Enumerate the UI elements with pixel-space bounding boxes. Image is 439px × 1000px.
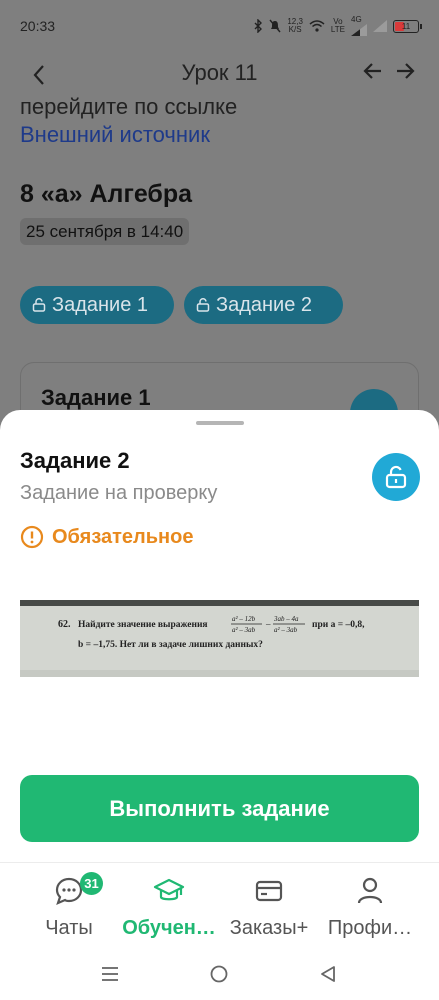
- lesson-title: 8 «а» Алгебра: [20, 180, 193, 208]
- tab-profile-label: Профи…: [327, 917, 413, 939]
- tab-orders[interactable]: Заказы+: [214, 863, 324, 945]
- unlock-icon: [385, 465, 407, 489]
- system-nav-bar: [0, 944, 439, 1000]
- signal-icon: 4G: [351, 16, 367, 36]
- fraction1-numerator: a² – 12b: [232, 615, 256, 623]
- tab-learning[interactable]: Обучен…: [114, 863, 224, 945]
- task-bottom-sheet: Задание 2 Задание на проверку Обязательн…: [0, 410, 439, 862]
- task-chip-label: Задание 2: [216, 294, 313, 316]
- tab-chats[interactable]: 31 Чаты: [14, 863, 124, 945]
- wifi-icon: [309, 20, 325, 32]
- next-lesson-button[interactable]: [395, 61, 415, 87]
- warning-circle-icon: [20, 525, 44, 549]
- net-speed: 12,3 K/S: [287, 18, 303, 34]
- unlock-button[interactable]: [372, 453, 420, 501]
- bluetooth-icon: [253, 19, 263, 33]
- app-header: Урок 11: [0, 52, 439, 98]
- operator-minus: –: [265, 619, 271, 629]
- lesson-date: 25 сентября в 14:40: [20, 218, 190, 245]
- unlock-icon: [196, 298, 210, 312]
- signal-icon-2: [373, 20, 387, 32]
- status-icons: 12,3 K/S Vo LTE 4G 11: [253, 16, 422, 36]
- card-icon: [255, 880, 283, 902]
- unread-count-badge: 31: [80, 872, 103, 895]
- home-button[interactable]: [207, 962, 231, 986]
- complete-task-button[interactable]: Выполнить задание: [20, 775, 419, 842]
- back-triangle-icon: [321, 966, 335, 982]
- menu-icon: [102, 967, 118, 981]
- volte-bottom: LTE: [330, 25, 345, 34]
- problem-text-line2: b = –1,75. Нет ли в задаче лишних данных…: [78, 640, 263, 650]
- fraction2-denominator: a² – 3ab: [274, 626, 298, 634]
- tab-chats-label: Чаты: [45, 917, 93, 939]
- menu-button[interactable]: [98, 962, 122, 986]
- required-indicator: Обязательное: [20, 525, 193, 549]
- problem-number: 62.: [58, 619, 71, 630]
- network-type: 4G: [351, 15, 362, 24]
- sheet-task-title: Задание 2: [20, 448, 130, 473]
- task-image[interactable]: 62. Найдите значение выражения a² – 12b …: [20, 600, 419, 677]
- mute-icon: [269, 19, 281, 33]
- bottom-tab-bar: 31 Чаты Обучен… Заказы+ Профи…: [0, 862, 439, 944]
- net-speed-unit: K/S: [288, 25, 302, 34]
- external-source-link[interactable]: Внешний источник: [20, 122, 210, 148]
- graduation-cap-icon: [153, 878, 185, 901]
- arrow-left-icon: [363, 63, 381, 79]
- tab-orders-label: Заказы+: [229, 917, 309, 939]
- arrow-right-icon: [397, 63, 415, 79]
- instruction-text: перейдите по ссылке: [20, 94, 238, 119]
- problem-condition: при a = –0,8,: [312, 620, 365, 630]
- sheet-drag-handle[interactable]: [196, 421, 244, 425]
- fraction1-denominator: a² – 3ab: [232, 626, 256, 634]
- back-nav-button[interactable]: [316, 962, 340, 986]
- problem-text-line1: Найдите значение выражения: [78, 619, 208, 630]
- battery-level: 11: [401, 21, 411, 31]
- unlock-icon: [32, 298, 46, 312]
- battery-icon: 11: [393, 19, 422, 33]
- fraction2-numerator: 3ab – 4a: [273, 615, 299, 623]
- profile-icon: [357, 877, 383, 904]
- tab-learning-label: Обучен…: [122, 917, 216, 939]
- status-bar: 20:33 12,3 K/S Vo LTE 4G 11: [0, 0, 439, 52]
- required-label: Обязательное: [52, 525, 194, 548]
- task-chip-1[interactable]: Задание 1: [20, 286, 174, 324]
- task-photo: 62. Найдите значение выражения a² – 12b …: [20, 600, 419, 677]
- volte-indicator: Vo LTE: [331, 18, 345, 34]
- previous-lesson-button[interactable]: [363, 61, 383, 87]
- sheet-task-subtitle: Задание на проверку: [20, 482, 218, 504]
- task-card-title: Задание 1: [41, 385, 151, 410]
- task-chip-label: Задание 1: [52, 294, 149, 316]
- task-chip-2[interactable]: Задание 2: [184, 286, 343, 324]
- home-circle-icon: [210, 965, 228, 983]
- status-time: 20:33: [20, 18, 56, 34]
- tab-profile[interactable]: Профи…: [315, 863, 425, 945]
